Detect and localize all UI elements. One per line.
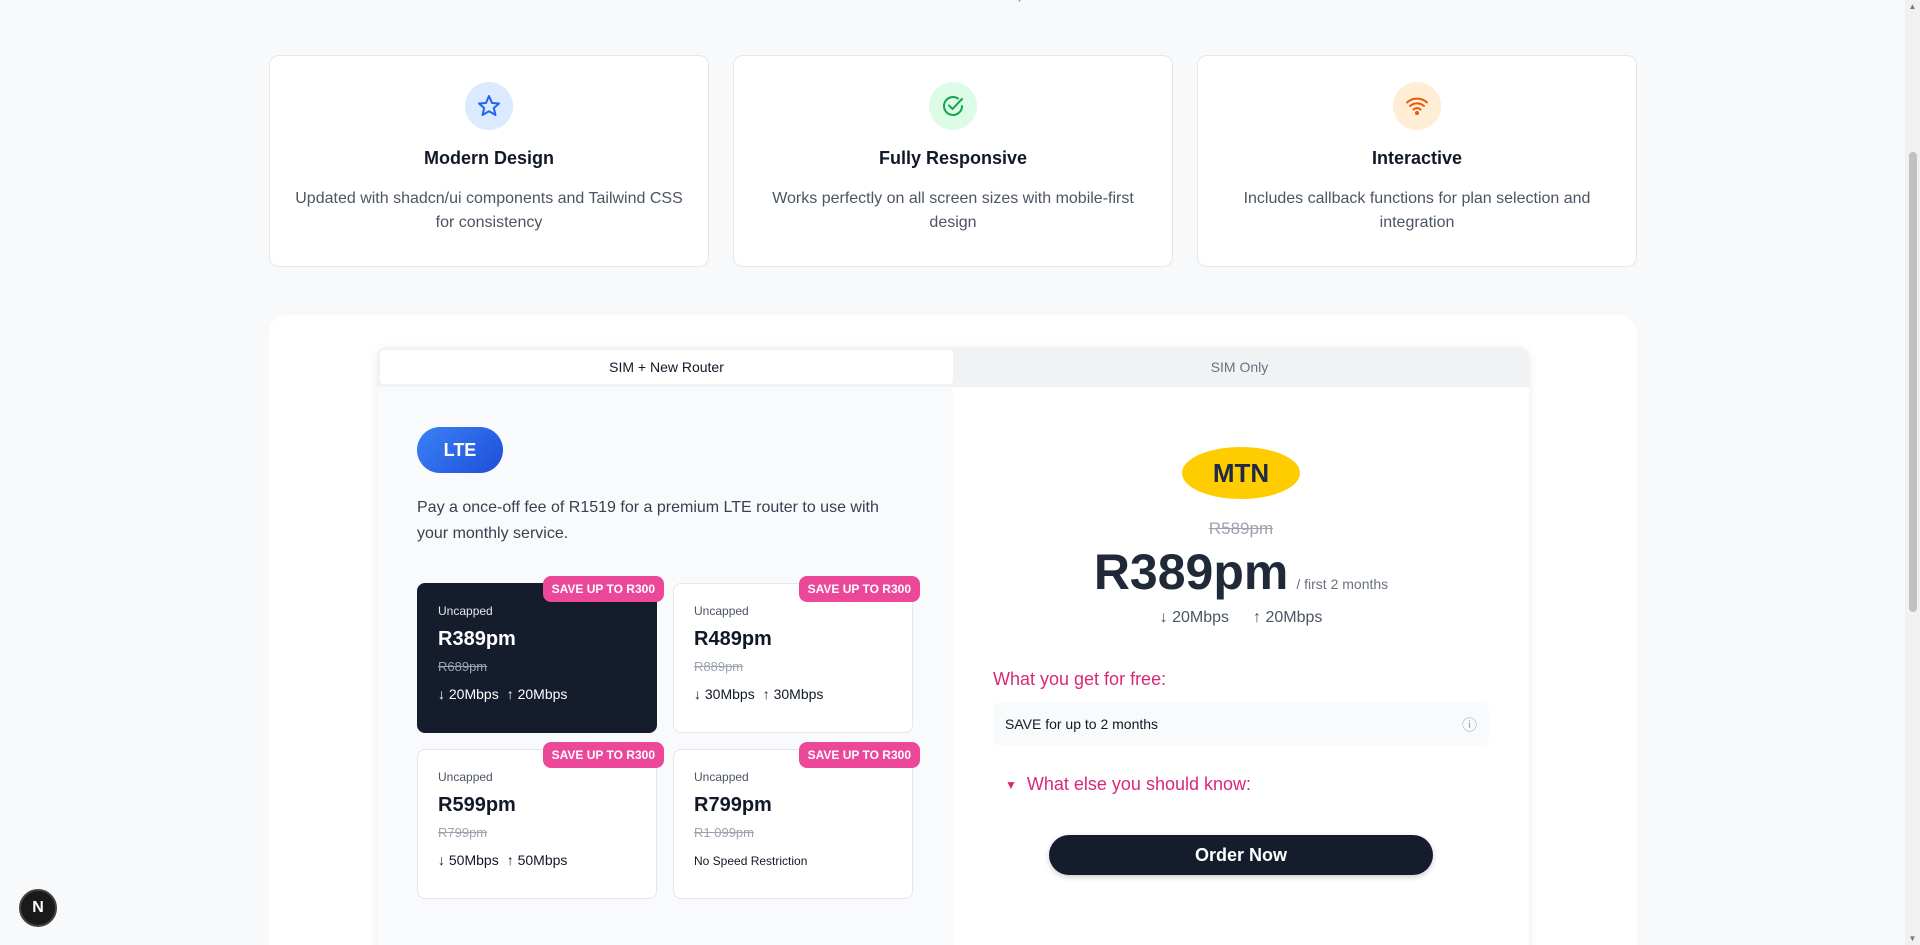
plan-price: R799pm bbox=[694, 794, 772, 816]
upload-speed: ↑ 20Mbps bbox=[1253, 609, 1323, 626]
check-circle-icon bbox=[929, 82, 977, 130]
download-speed: ↓ 20Mbps bbox=[438, 686, 499, 702]
pricing-panel: SIM + New Router SIM Only LTE Pay a once… bbox=[269, 315, 1637, 945]
summary-price: R389pm bbox=[1093, 544, 1289, 600]
plan-card-799[interactable]: SAVE UP TO R300 Uncapped R799pm R1 099pm… bbox=[673, 742, 920, 899]
feature-card-fully-responsive: Fully Responsive Works perfectly on all … bbox=[733, 55, 1173, 267]
save-badge: SAVE UP TO R300 bbox=[542, 742, 664, 768]
scroll-down-icon[interactable]: ▼ bbox=[1908, 934, 1917, 943]
save-badge: SAVE UP TO R300 bbox=[798, 742, 920, 768]
upload-speed: ↑ 30Mbps bbox=[762, 686, 824, 702]
free-item-label: SAVE for up to 2 months bbox=[1005, 716, 1159, 732]
router-fee-description: Pay a once-off fee of R1519 for a premiu… bbox=[417, 499, 879, 542]
mtn-logo: MTN bbox=[1182, 447, 1300, 499]
feature-title: Modern Design bbox=[423, 148, 554, 168]
order-now-button[interactable]: Order Now bbox=[1049, 835, 1433, 875]
plan-note: No Speed Restriction bbox=[694, 854, 808, 868]
download-speed: ↓ 30Mbps bbox=[694, 686, 755, 702]
plan-price: R599pm bbox=[438, 794, 516, 816]
plan-speed: ↓ 50Mbps ↑ 50Mbps bbox=[438, 852, 636, 868]
plan-selection-column: LTE Pay a once-off fee of R1519 for a pr… bbox=[377, 387, 953, 945]
summary-price-row: R389pm / first 2 months bbox=[1094, 543, 1388, 601]
save-badge: SAVE UP TO R300 bbox=[542, 576, 664, 602]
plan-type: Uncapped bbox=[694, 604, 749, 618]
free-item: SAVE for up to 2 months ⓘ bbox=[993, 702, 1489, 746]
plan-old-price: R889pm bbox=[694, 659, 744, 674]
plan-card-389[interactable]: SAVE UP TO R300 Uncapped R389pm R689pm ↓… bbox=[417, 576, 664, 733]
feature-card-interactive: Interactive Includes callback functions … bbox=[1197, 55, 1637, 267]
star-icon bbox=[465, 82, 513, 130]
scroll-indicator: › bbox=[1018, 0, 1026, 5]
save-badge: SAVE UP TO R300 bbox=[798, 576, 920, 602]
summary-period: / first 2 months bbox=[1296, 576, 1389, 592]
scroll-up-icon[interactable]: ▲ bbox=[1908, 2, 1917, 11]
scroll-thumb[interactable] bbox=[1909, 152, 1917, 612]
pricing-widget: SIM + New Router SIM Only LTE Pay a once… bbox=[377, 347, 1529, 945]
plan-type: Uncapped bbox=[438, 604, 493, 618]
feature-title: Fully Responsive bbox=[878, 148, 1028, 168]
plan-price: R389pm bbox=[438, 628, 516, 650]
plan-speed: ↓ 20Mbps ↑ 20Mbps bbox=[438, 686, 636, 702]
summary-speed: ↓ 20Mbps ↑ 20Mbps bbox=[1160, 609, 1323, 627]
feature-description: Works perfectly on all screen sizes with… bbox=[772, 190, 1134, 231]
plan-card-489[interactable]: SAVE UP TO R300 Uncapped R489pm R889pm ↓… bbox=[673, 576, 920, 733]
plan-grid: SAVE UP TO R300 Uncapped R389pm R689pm ↓… bbox=[417, 576, 920, 899]
plan-old-price: R689pm bbox=[438, 659, 488, 674]
feature-cards: Modern Design Updated with shadcn/ui com… bbox=[269, 55, 1637, 267]
free-title: What you get for free: bbox=[993, 669, 1167, 689]
feature-description: Includes callback functions for plan sel… bbox=[1243, 190, 1591, 231]
upload-speed: ↑ 50Mbps bbox=[506, 852, 568, 868]
plan-speed: ↓ 30Mbps ↑ 30Mbps bbox=[694, 686, 892, 702]
feature-card-modern-design: Modern Design Updated with shadcn/ui com… bbox=[269, 55, 709, 267]
nextjs-dev-badge[interactable]: N bbox=[19, 889, 57, 927]
lte-badge: LTE bbox=[417, 427, 503, 473]
what-else-label: What else you should know: bbox=[1026, 774, 1252, 794]
download-speed: ↓ 20Mbps bbox=[1159, 609, 1229, 626]
plan-type: Uncapped bbox=[694, 770, 749, 784]
plan-type: Uncapped bbox=[438, 770, 493, 784]
download-speed: ↓ 50Mbps bbox=[438, 852, 499, 868]
info-icon[interactable]: ⓘ bbox=[1462, 714, 1477, 735]
plan-summary-column: MTN R589pm R389pm / first 2 months ↓ 20M… bbox=[953, 387, 1529, 945]
tab-sim-only[interactable]: SIM Only bbox=[953, 350, 1526, 384]
scrollbar[interactable]: ▲ ▼ bbox=[1905, 0, 1920, 945]
tab-sim-new-router[interactable]: SIM + New Router bbox=[380, 350, 953, 384]
feature-title: Interactive bbox=[1371, 148, 1463, 168]
tab-bar: SIM + New Router SIM Only bbox=[377, 347, 1529, 387]
plan-card-599[interactable]: SAVE UP TO R300 Uncapped R599pm R799pm ↓… bbox=[417, 742, 664, 899]
wifi-icon bbox=[1393, 82, 1441, 130]
triangle-down-icon: ▼ bbox=[1005, 777, 1017, 792]
feature-description: Updated with shadcn/ui components and Ta… bbox=[295, 190, 683, 231]
plan-old-price: R799pm bbox=[438, 825, 488, 840]
what-else-toggle[interactable]: ▼ What else you should know: bbox=[1005, 774, 1251, 795]
plan-old-price: R1 099pm bbox=[694, 825, 754, 840]
upload-speed: ↑ 20Mbps bbox=[506, 686, 568, 702]
summary-old-price: R589pm bbox=[1208, 519, 1274, 538]
plan-price: R489pm bbox=[694, 628, 772, 650]
